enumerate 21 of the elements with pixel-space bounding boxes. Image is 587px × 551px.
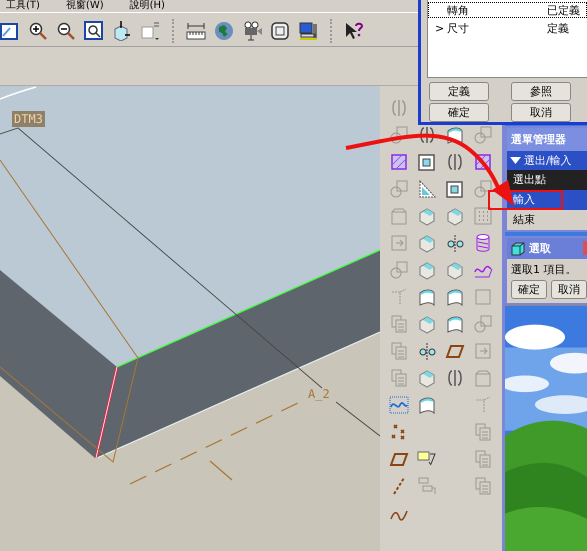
status-message: 選取1 項目。 [510, 262, 578, 278]
dialog-button[interactable]: 取消 [511, 103, 571, 122]
feature-status: 已定義 [547, 2, 580, 18]
menu-item[interactable]: 說明(H) [130, 0, 165, 12]
panel-title: 選單管理器 [507, 128, 587, 151]
dialog-button[interactable]: 取消 [551, 280, 587, 299]
dialog-title: 選取 [529, 241, 551, 256]
menu-item[interactable]: 選出點 [507, 170, 587, 190]
dialog-button[interactable]: 確定 [429, 103, 489, 122]
dialog-button[interactable]: 參照 [511, 82, 571, 101]
feature-name: 轉角 [446, 2, 470, 18]
feature-name: 尺寸 [446, 20, 470, 36]
expand-marker[interactable]: > [429, 22, 443, 34]
list-row[interactable]: > 尺寸 定義 [428, 20, 587, 36]
list-row[interactable]: 轉角 已定義 [428, 2, 587, 18]
menu-header[interactable]: 選出/輸入 [507, 151, 587, 170]
menu-header-label: 選出/輸入 [524, 153, 572, 168]
dialog-button[interactable]: 定義 [429, 82, 489, 101]
feature-status: 定義 [547, 20, 569, 36]
dialog-button[interactable]: 確定 [511, 280, 547, 299]
menu-item[interactable]: 工具(T) [6, 0, 40, 12]
